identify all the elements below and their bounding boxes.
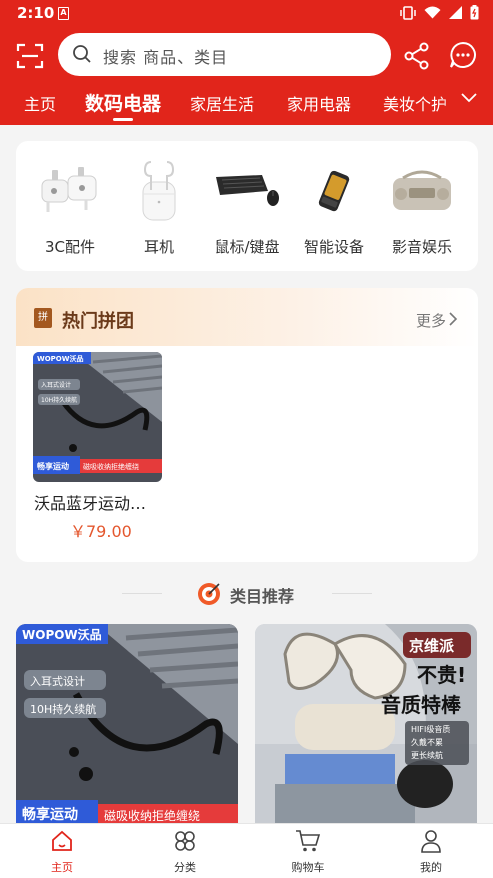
profile-icon [421,830,441,853]
brand-text: WOPOW沃品 [37,354,83,363]
tag-text: 10H持久续航 [30,702,96,716]
battery-icon [470,5,479,20]
sim-notification-icon: A [58,7,69,20]
vibrate-icon [400,5,416,20]
nav-cart[interactable]: 购物车 [268,829,348,875]
category-item-accessories[interactable]: 3C配件 [30,157,110,257]
divider [122,593,162,594]
nav-mine[interactable]: 我的 [391,829,471,875]
banner-text: 畅享运动 [37,461,69,471]
recommend-title: 类目推荐 [230,587,295,606]
tab-home[interactable]: 主页 [24,91,56,115]
tag-text: 10H持久续航 [41,396,77,404]
category-label: 鼠标/键盘 [214,238,280,256]
group-buy-product-image[interactable]: WOPOW沃品 入耳式设计 10H持久续航 畅享运动 磁吸收纳拒绝缠绕 [33,352,162,482]
keyboard-icon [216,175,279,206]
recommend-header: 类目推荐 [0,578,493,610]
status-icons [400,5,479,20]
open-ear-earphone-image: 京维派 不贵! 音质特棒 HIFI级音质 久戴不累 更长续航 [255,624,477,824]
feature-text: 更长续航 [411,750,443,760]
neckband-earphone-image: WOPOW沃品 入耳式设计 10H持久续航 畅享运动 磁吸收纳拒绝缠绕 [16,624,238,824]
neckband-earphone-image: WOPOW沃品 入耳式设计 10H持久续航 畅享运动 磁吸收纳拒绝缠绕 [33,352,162,482]
tab-digital[interactable]: 数码电器 [85,89,161,116]
category-label: 耳机 [143,238,174,256]
tab-appliances[interactable]: 家用电器 [287,91,351,115]
group-buy-more-link[interactable]: 更多 [416,310,446,331]
search-input[interactable]: 搜索 商品、类目 [58,33,391,76]
banner-text: 磁吸收纳拒绝缠绕 [83,462,139,471]
category-item-mouse-keyboard[interactable]: 鼠标/键盘 [207,157,287,257]
group-buy-title: 热门拼团 [62,311,134,332]
cart-icon [296,830,321,852]
active-tab-indicator [113,118,133,121]
signal-icon [449,6,462,19]
nav-label: 我的 [420,861,442,874]
nav-category[interactable]: 分类 [145,829,225,875]
tag-text: 入耳式设计 [30,675,85,688]
status-bar: 2:10 A [0,0,493,28]
target-icon [198,583,220,605]
group-buy-icon: 拼 [34,308,52,328]
tab-home-living[interactable]: 家居生活 [190,91,254,115]
scan-icon[interactable] [16,42,44,70]
category-label: 影音娱乐 [391,238,452,256]
search-icon [73,45,91,63]
group-buy-product-price: ￥79.00 [70,522,132,541]
share-icon[interactable] [404,42,430,70]
group-buy-section: 拼 热门拼团 更多 WOPOW沃品 入耳式设计 10H持久续航 畅享运动 磁吸收… [16,288,478,562]
category-label: 智能设备 [303,238,364,256]
nav-label: 分类 [174,861,196,874]
feed-product-card[interactable]: 京维派 不贵! 音质特棒 HIFI级音质 久戴不累 更长续航 [255,624,477,824]
banner-text: 畅享运动 [22,806,78,823]
banner-text: 磁吸收纳拒绝缠绕 [104,808,200,823]
headline-text: 音质特棒 [381,693,462,717]
badge-text: 京维派 [409,637,455,655]
divider [332,593,372,594]
bottom-navigation: 主页 分类 购物车 我的 [0,823,493,878]
brand-text: WOPOW沃品 [22,627,102,642]
category-label: 3C配件 [44,238,96,256]
earbuds-icon [142,161,176,221]
group-buy-product-name[interactable]: 沃品蓝牙运动… [34,490,146,514]
category-icon [175,831,195,851]
app-header: 2:10 A 搜索 商品、类目 主页 数码电器 家居生活 家用电器 美妆个护 [0,0,493,125]
home-icon [52,830,72,851]
speaker-icon [393,170,451,210]
category-item-audio-video[interactable]: 影音娱乐 [382,157,462,257]
category-item-smart-devices[interactable]: 智能设备 [294,157,374,257]
chevron-right-icon[interactable] [449,312,458,326]
smart-device-icon [318,170,350,212]
feature-text: HIFI级音质 [411,724,450,734]
category-grid: 3C配件 耳机 鼠标/键盘 智能设备 影音娱乐 [16,141,478,271]
tag-text: 入耳式设计 [41,381,71,389]
status-time: 2:10 [17,4,55,22]
tab-beauty[interactable]: 美妆个护 [383,91,447,115]
feature-text: 久戴不累 [411,737,443,747]
search-placeholder: 搜索 商品、类目 [103,48,229,67]
category-tabs: 主页 数码电器 家居生活 家用电器 美妆个护 [0,80,493,125]
nav-label: 购物车 [291,861,325,874]
feed-product-card[interactable]: WOPOW沃品 入耳式设计 10H持久续航 畅享运动 磁吸收纳拒绝缠绕 [16,624,238,824]
wifi-icon [424,6,441,19]
adapter-icon [41,167,97,212]
message-icon[interactable] [449,41,477,69]
nav-home[interactable]: 主页 [22,829,102,875]
headline-text: 不贵! [417,663,466,687]
category-item-earphones[interactable]: 耳机 [119,157,199,257]
chevron-down-icon[interactable] [461,93,477,103]
nav-label: 主页 [51,861,73,874]
